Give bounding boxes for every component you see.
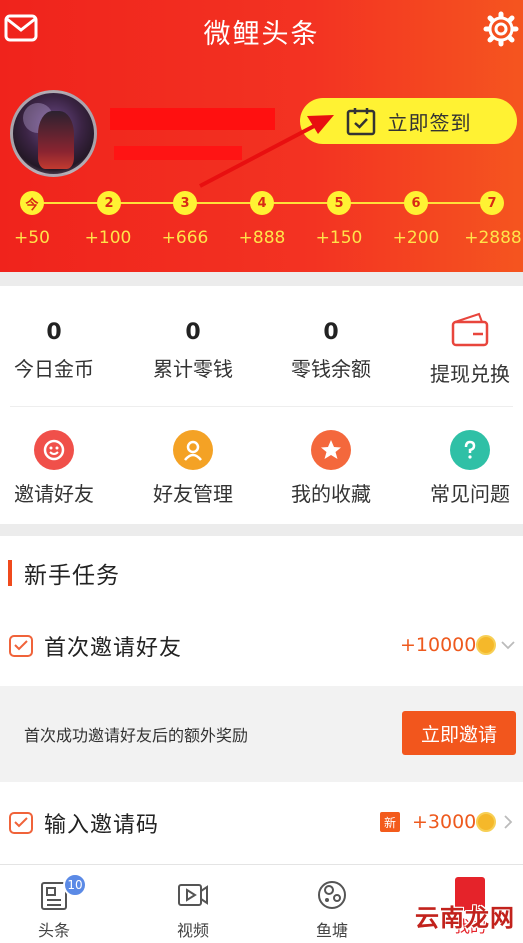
withdraw-label: 提现兑换 [430,362,510,386]
video-icon [178,884,208,906]
shortcut-label: 常见问题 [430,482,510,506]
userid-redaction [114,146,242,160]
day-dot: 3 [173,191,197,215]
section-accent-bar [8,560,12,586]
new-badge: 新 [380,812,400,832]
day-reward: +666 [161,228,209,248]
fishpond-icon [318,881,346,909]
withdraw-exchange[interactable]: 提现兑换 [405,312,523,387]
person-icon [173,430,213,470]
task-title: 输入邀请码 [44,813,160,838]
task-row-first-invite[interactable]: 首次邀请好友 +10000 [0,615,523,675]
day-reward: +2888 [464,228,522,248]
signin-button[interactable]: 立即签到 [300,98,517,144]
task-reward: +3000 [412,811,477,833]
task-description: 首次成功邀请好友后的额外奖励 [24,726,249,745]
shortcut-label: 我的收藏 [291,482,371,506]
coin-icon [476,635,496,655]
section-divider [0,272,523,286]
signin-label: 立即签到 [387,110,472,135]
tab-fishpond[interactable]: 鱼塘 [282,865,382,943]
stat-value: 0 [46,320,62,345]
section-header: 新手任务 [8,558,120,589]
username-redaction [110,108,275,130]
day-reward: +50 [14,228,50,248]
watermark: 云南龙网 [415,904,515,932]
shortcut-faq[interactable]: 常见问题 [405,430,523,507]
day-reward: +888 [238,228,286,248]
task-check-icon [9,812,33,834]
shortcut-friend-manage[interactable]: 好友管理 [128,430,258,507]
task-check-icon [9,635,33,657]
day-reward: +200 [392,228,440,248]
shortcut-label: 好友管理 [153,482,233,506]
coin-icon [476,812,496,832]
row-divider [10,406,513,407]
calendar-check-icon [346,108,375,136]
day-dot: 4 [250,191,274,215]
gear-icon[interactable] [483,11,519,47]
tab-news[interactable]: 10 头条 [4,865,104,943]
unread-badge: 10 [63,873,87,897]
avatar[interactable] [10,90,97,177]
section-title: 新手任务 [24,563,120,589]
shortcut-label: 邀请好友 [14,482,94,506]
day-reward: +100 [84,228,132,248]
tab-label: 视频 [176,921,209,940]
tab-label: 头条 [37,921,70,940]
day-dot: 5 [327,191,351,215]
star-icon [311,430,351,470]
task-title: 首次邀请好友 [44,636,183,661]
shortcut-invite-friends[interactable]: 邀请好友 [0,430,119,507]
stat-label: 今日金币 [14,357,94,381]
day-dot: 2 [97,191,121,215]
task-row-invite-code[interactable]: 输入邀请码 新 +3000 [0,792,523,852]
stat-value: 0 [323,320,339,345]
avatar-figure [38,111,74,169]
day-reward: +150 [315,228,363,248]
stat-value: 0 [185,320,201,345]
stat-label: 累计零钱 [153,357,233,381]
day-dot: 6 [404,191,428,215]
shortcut-favorites[interactable]: 我的收藏 [266,430,396,507]
section-divider [0,524,523,536]
tab-video[interactable]: 视频 [143,865,243,943]
smile-icon [34,430,74,470]
chevron-right-icon[interactable] [501,815,515,829]
stat-total-change[interactable]: 0 累计零钱 [128,320,258,382]
tab-label: 鱼塘 [315,921,348,940]
profile-header: 微鲤头条 立即签到 今 2 3 4 5 6 7 +50 +100 +666 +8… [0,0,523,272]
wallet-icon [451,312,489,347]
app-title: 微鲤头条 [203,19,320,50]
task-reward: +10000 [400,634,477,656]
stat-change-balance[interactable]: 0 零钱余额 [266,320,396,382]
stat-today-coins[interactable]: 0 今日金币 [0,320,119,382]
day-dot: 7 [480,191,504,215]
task-detail-panel: 首次成功邀请好友后的额外奖励 立即邀请 [0,686,523,782]
chevron-down-icon[interactable] [501,638,515,652]
question-icon [450,430,490,470]
invite-now-button[interactable]: 立即邀请 [402,711,516,755]
day-dot: 今 [20,191,44,215]
top-bar: 微鲤头条 [0,0,523,62]
stat-label: 零钱余额 [291,357,371,381]
